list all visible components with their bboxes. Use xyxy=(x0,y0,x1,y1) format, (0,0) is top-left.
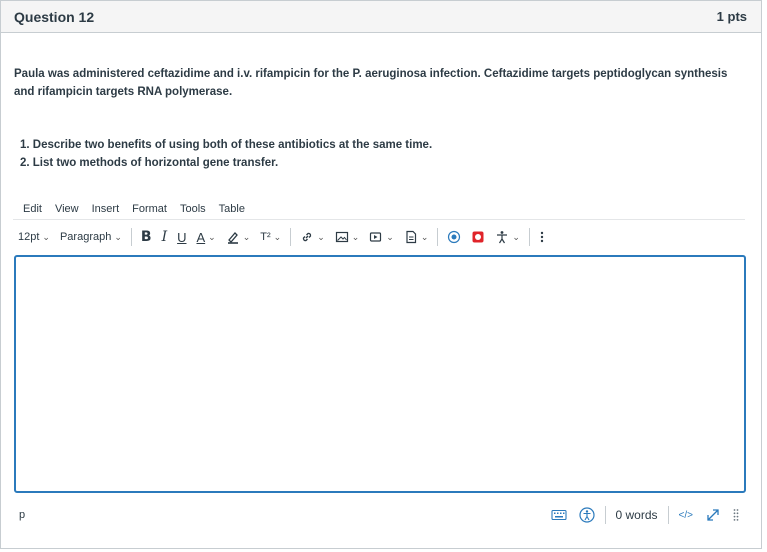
toolbar-divider xyxy=(130,228,132,246)
fullscreen-icon xyxy=(707,509,719,521)
record-icon xyxy=(448,230,461,244)
fullscreen-button[interactable] xyxy=(699,507,727,523)
block-format-value: Paragraph xyxy=(59,231,112,243)
chevron-down-icon: ⌄ xyxy=(351,231,360,242)
font-size-dropdown[interactable]: 12pt ⌄ xyxy=(13,226,55,248)
link-button[interactable]: ⌄ xyxy=(295,226,330,248)
toolbar-divider xyxy=(437,228,439,246)
keyboard-icon xyxy=(550,509,567,521)
record-button[interactable] xyxy=(442,226,466,248)
highlight-button[interactable]: ⌄ xyxy=(221,226,256,248)
resize-handle-icon xyxy=(733,509,739,521)
question-list: 1. Describe two benefits of using both o… xyxy=(20,136,720,172)
status-divider xyxy=(604,506,606,524)
editor-menubar: Edit View Insert Format Tools Table xyxy=(13,198,745,220)
text-color-label: A xyxy=(196,229,206,245)
html-editor-toggle[interactable]: </> xyxy=(673,510,699,521)
more-icon xyxy=(540,231,544,243)
document-button[interactable]: ⌄ xyxy=(399,226,434,248)
apps-button[interactable] xyxy=(466,226,490,248)
more-button[interactable] xyxy=(534,226,550,248)
italic-button[interactable]: I xyxy=(157,226,173,248)
superscript-button[interactable]: T² ⌄ xyxy=(255,226,286,248)
question-points: 1 pts xyxy=(716,9,747,24)
chevron-down-icon: ⌄ xyxy=(317,231,325,242)
media-button[interactable]: ⌄ xyxy=(364,226,399,248)
image-button[interactable]: ⌄ xyxy=(330,226,365,248)
bold-button[interactable]: B xyxy=(136,226,157,248)
question-header: Question 12 1 pts xyxy=(1,1,761,33)
chevron-down-icon: ⌄ xyxy=(114,231,122,242)
question-list-item: 2. List two methods of horizontal gene t… xyxy=(20,157,279,169)
accessibility-icon xyxy=(578,507,595,523)
editor-statusbar: p 0 words </> xyxy=(13,503,745,527)
menu-tools[interactable]: Tools xyxy=(172,203,211,215)
chevron-down-icon: ⌄ xyxy=(208,231,216,242)
keyboard-shortcuts-button[interactable] xyxy=(545,509,573,521)
resize-handle[interactable] xyxy=(727,508,745,522)
rich-text-editor-area[interactable] xyxy=(14,255,746,493)
accessibility-button[interactable]: ⌄ xyxy=(490,226,525,248)
accessibility-checker-button[interactable] xyxy=(573,507,601,523)
menu-edit[interactable]: Edit xyxy=(13,203,47,215)
highlighter-icon xyxy=(227,232,238,244)
menu-insert[interactable]: Insert xyxy=(84,203,125,215)
editor-toolbar: 12pt ⌄ Paragraph ⌄ B I U A ⌄ ⌄ T² ⌄ ⌄ ⌄ … xyxy=(13,224,745,250)
word-count[interactable]: 0 words xyxy=(610,508,664,522)
question-title: Question 12 xyxy=(14,8,95,25)
menu-format[interactable]: Format xyxy=(124,203,172,215)
element-path[interactable]: p xyxy=(13,509,25,521)
font-size-value: 12pt xyxy=(18,231,40,243)
chevron-down-icon: ⌄ xyxy=(242,231,251,242)
block-format-dropdown[interactable]: Paragraph ⌄ xyxy=(55,226,127,248)
status-right-group: 0 words </> xyxy=(545,506,746,524)
question-list-item: 1. Describe two benefits of using both o… xyxy=(20,139,433,151)
superscript-label: T² xyxy=(260,231,271,243)
toolbar-divider xyxy=(528,228,530,246)
chevron-down-icon: ⌄ xyxy=(273,231,282,242)
chevron-down-icon: ⌄ xyxy=(42,231,50,242)
chevron-down-icon: ⌄ xyxy=(420,231,429,242)
chevron-down-icon: ⌄ xyxy=(386,231,394,242)
image-icon xyxy=(335,231,348,243)
status-divider xyxy=(667,506,669,524)
link-icon xyxy=(303,232,312,242)
toolbar-divider xyxy=(290,228,292,246)
accessibility-icon xyxy=(497,231,508,244)
text-color-button[interactable]: A ⌄ xyxy=(191,226,220,248)
menu-table[interactable]: Table xyxy=(211,203,250,215)
apps-icon xyxy=(472,231,484,243)
chevron-down-icon: ⌄ xyxy=(512,231,520,242)
underline-button[interactable]: U xyxy=(172,226,191,248)
media-icon xyxy=(370,232,382,242)
menu-view[interactable]: View xyxy=(47,203,84,215)
document-icon xyxy=(406,230,416,244)
question-text: Paula was administered ceftazidime and i… xyxy=(14,68,728,98)
